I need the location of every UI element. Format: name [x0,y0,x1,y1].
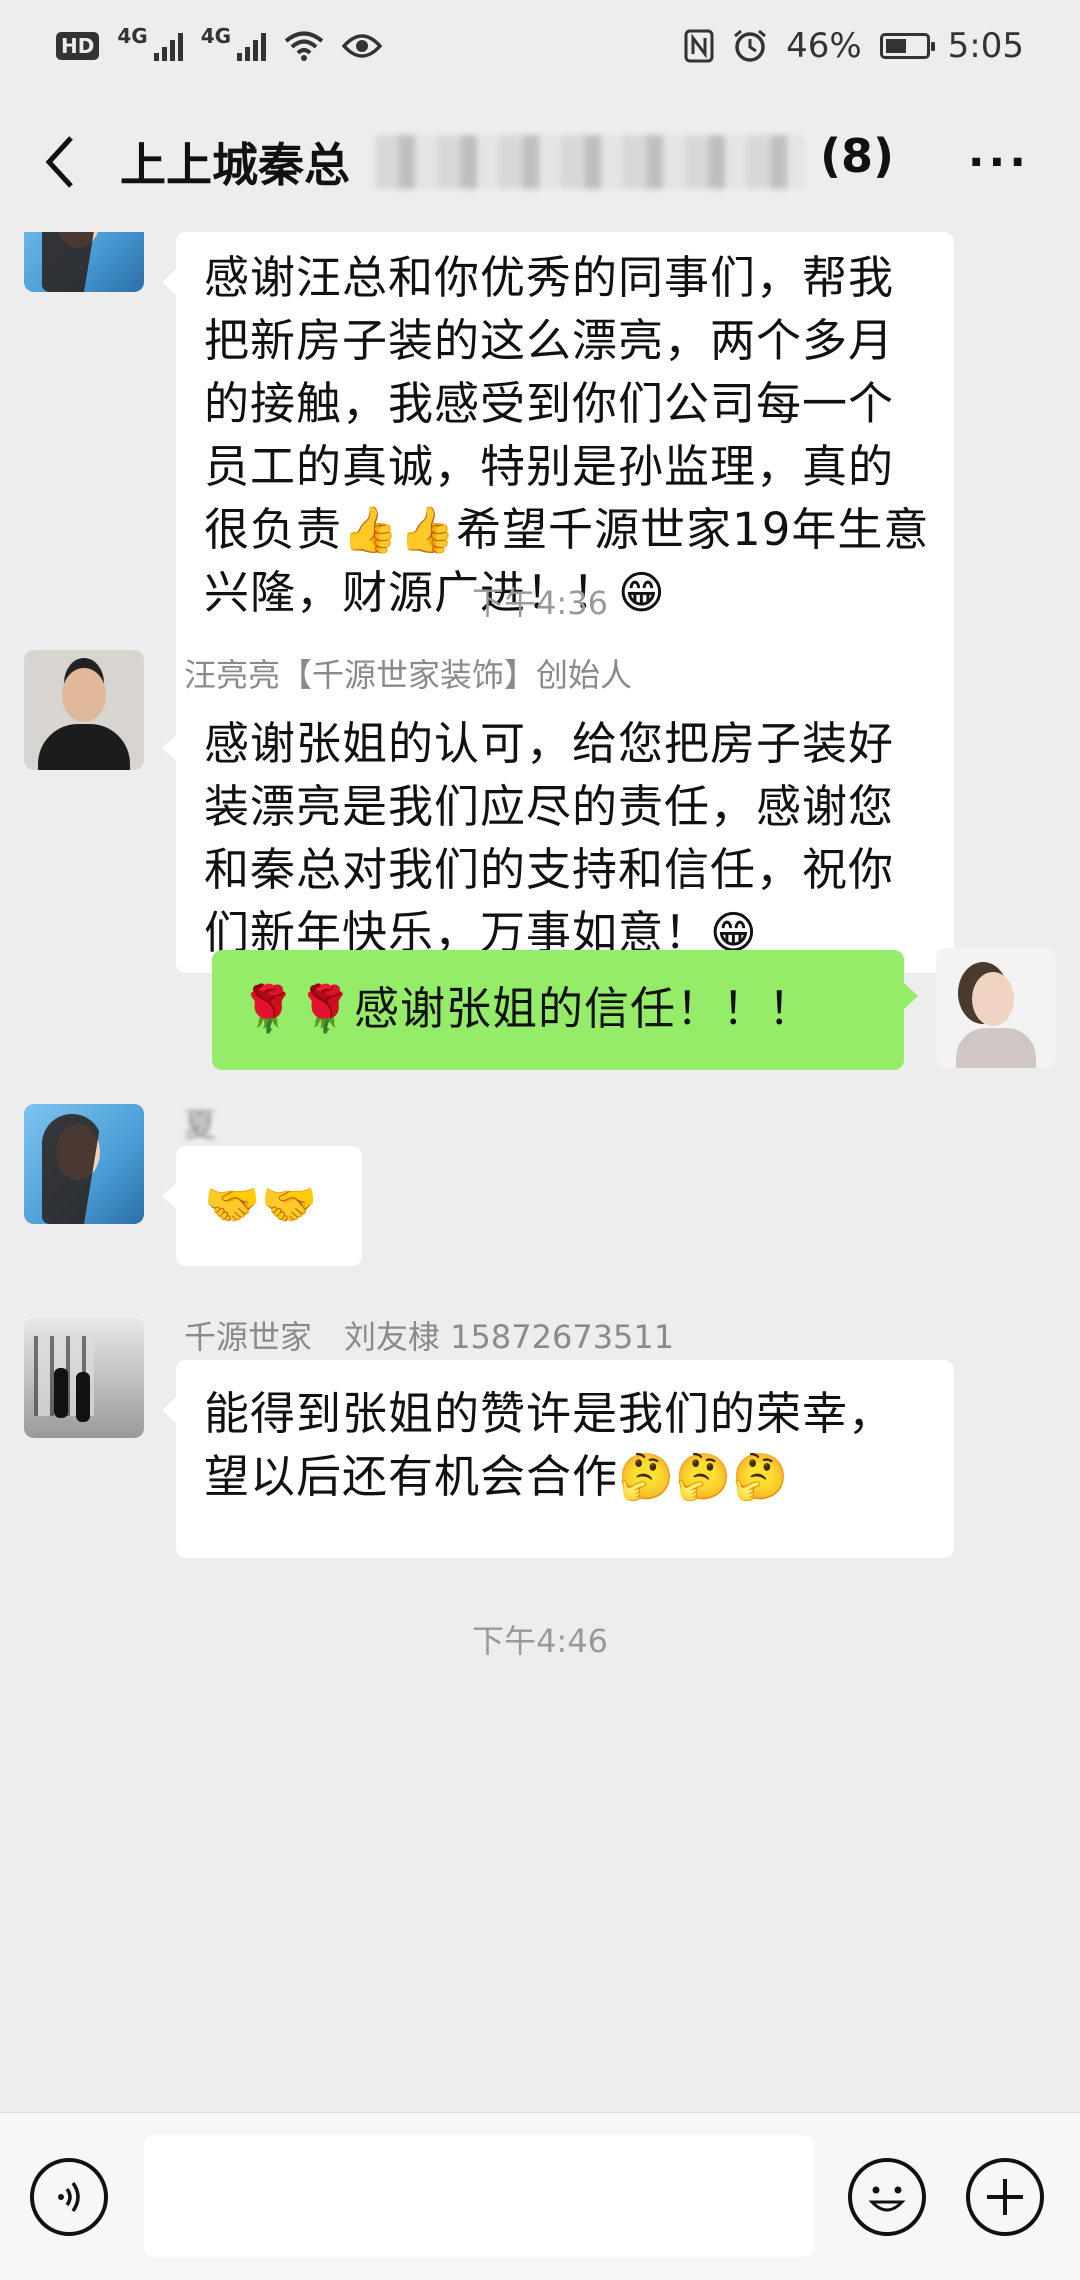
input-bar [0,2112,1080,2280]
eye-icon [342,34,383,58]
hd-badge: HD [56,32,100,60]
member-count: (8) [820,129,895,183]
sender-name: 千源世家 刘友棣 15872673511 [184,1318,675,1356]
back-button[interactable] [30,122,90,202]
message-bubble[interactable]: 感谢张姐的认可，给您把房子装好装漂亮是我们应尽的责任，感谢您和秦总对我们的支持和… [162,698,954,973]
message-text: 感谢汪总和你优秀的同事们，帮我把新房子装的这么漂亮，两个多月的接触，我感受到你们… [204,251,930,619]
alarm-icon [734,29,767,62]
network-type-2: 4G [200,24,232,48]
chevron-left-icon [45,136,73,188]
status-left: HD 4G 4G [56,24,383,62]
message-list[interactable]: 感谢汪总和你优秀的同事们，帮我把新房子装的这么漂亮，两个多月的接触，我感受到你们… [0,232,1080,2112]
plus-icon [987,2179,1023,2215]
chat-header: 上上城秦总 (8) ··· [0,92,1080,232]
sender-name: 夏 [184,1106,217,1144]
emoji-button[interactable] [848,2158,926,2236]
chat-title: 上上城秦总 (8) [120,129,920,195]
emoji-icon [868,2186,906,2212]
battery-icon [879,33,935,59]
sender-name: 汪亮亮【千源世家装饰】创始人 [184,656,633,694]
timestamp: 下午4:36 [472,584,608,622]
timestamp: 下午4:46 [472,1622,608,1660]
message-text: 🌹🌹感谢张姐的信任！！！ [240,982,815,1035]
status-bar: HD 4G 4G 46% 5:05 [0,0,1080,92]
wifi-icon [284,31,324,61]
avatar[interactable] [24,1318,144,1438]
battery-percent: 46% [786,26,862,66]
message-text: 感谢张姐的认可，给您把房子装好装漂亮是我们应尽的责任，感谢您和秦总对我们的支持和… [204,717,895,959]
avatar[interactable] [24,650,144,770]
avatar[interactable] [24,1104,144,1224]
message-text: 🤝🤝 [204,1178,319,1231]
clock: 5:05 [947,26,1024,66]
voice-button[interactable] [30,2158,108,2236]
message-bubble[interactable]: 能得到张姐的赞许是我们的荣幸，望以后还有机会合作🤔🤔🤔 [162,1360,954,1558]
plus-button[interactable] [966,2158,1044,2236]
avatar-self[interactable] [936,948,1056,1068]
chat-title-text: 上上城秦总 [120,138,350,192]
avatar[interactable] [24,232,144,292]
more-button[interactable]: ··· [948,137,1050,188]
nfc-icon [684,29,714,63]
message-bubble-self[interactable]: 🌹🌹感谢张姐的信任！！！ [212,950,918,1070]
message-bubble[interactable]: 🤝🤝 [162,1146,362,1266]
network-type-1: 4G [117,24,148,48]
signal-icon-2 [237,31,267,61]
voice-icon [58,2181,80,2213]
signal-icon [153,31,183,61]
status-right: 46% 5:05 [684,26,1024,66]
message-text: 能得到张姐的赞许是我们的荣幸，望以后还有机会合作🤔🤔🤔 [204,1387,895,1503]
redacted-title-blur [375,135,805,189]
message-input[interactable] [144,2135,814,2257]
